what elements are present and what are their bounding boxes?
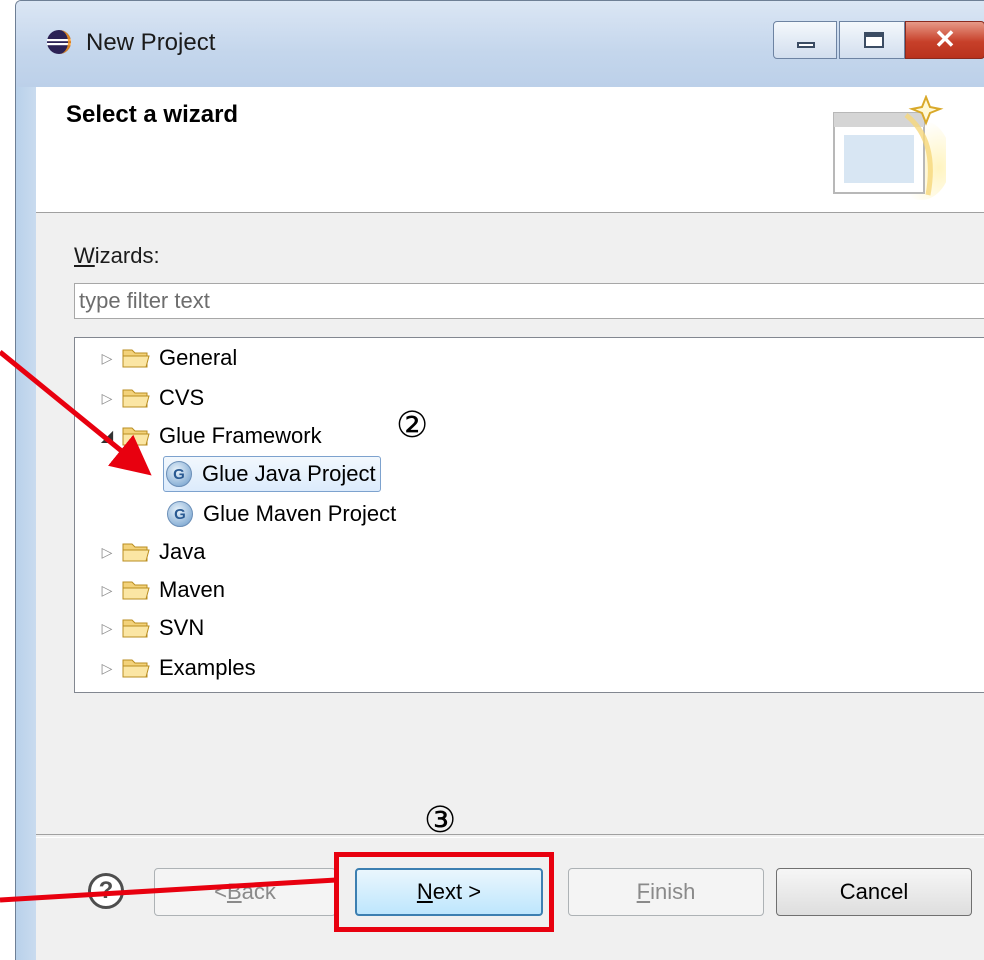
folder-icon bbox=[122, 543, 150, 562]
folder-open-icon bbox=[122, 427, 150, 446]
folder-icon bbox=[122, 659, 150, 678]
glue-g-icon: G bbox=[167, 501, 193, 527]
tree-item-examples[interactable]: ▷ Examples bbox=[97, 650, 256, 686]
finish-button[interactable]: Finish bbox=[568, 868, 764, 916]
cancel-button[interactable]: Cancel bbox=[776, 868, 972, 916]
window-frame bbox=[16, 87, 36, 960]
tree-item-glue-framework[interactable]: ◢ Glue Framework bbox=[97, 418, 322, 454]
minimize-button[interactable] bbox=[773, 21, 837, 59]
expand-arrow-icon[interactable]: ▷ bbox=[97, 390, 117, 407]
tree-item-cvs[interactable]: ▷ CVS bbox=[97, 380, 205, 416]
tree-item-label: Glue Framework bbox=[159, 423, 322, 448]
folder-icon bbox=[122, 389, 150, 408]
step-2-annotation: ② bbox=[396, 405, 429, 446]
window-title: New Project bbox=[86, 29, 216, 56]
step-3-annotation: ③ bbox=[424, 800, 457, 841]
folder-icon bbox=[122, 581, 150, 600]
tree-item-java[interactable]: ▷ Java bbox=[97, 534, 206, 570]
new-project-dialog: New Project ✕ Select a wizard Wizards: t… bbox=[15, 0, 984, 960]
button-bar-separator bbox=[36, 834, 984, 838]
filter-input[interactable] bbox=[74, 283, 984, 319]
tree-item-label: SVN bbox=[159, 615, 205, 640]
tree-item-glue-java-project[interactable]: G Glue Java Project bbox=[163, 456, 381, 492]
close-button[interactable]: ✕ bbox=[905, 21, 984, 59]
maximize-icon bbox=[864, 32, 884, 48]
tree-item-label: Examples bbox=[159, 655, 256, 680]
page-title: Select a wizard bbox=[66, 101, 239, 128]
new-wizard-image-icon bbox=[833, 95, 946, 200]
tree-item-label: Glue Java Project bbox=[202, 461, 376, 486]
help-icon[interactable]: ? bbox=[88, 873, 124, 909]
wizards-label: Wizards: bbox=[74, 243, 160, 268]
tree-item-label: General bbox=[159, 345, 238, 370]
expand-arrow-icon[interactable]: ▷ bbox=[97, 350, 117, 367]
tree-item-label: Glue Maven Project bbox=[203, 501, 397, 526]
tree-item-general[interactable]: ▷ General bbox=[97, 340, 238, 376]
back-button[interactable]: < Back bbox=[154, 868, 336, 916]
collapse-arrow-icon[interactable]: ◢ bbox=[97, 426, 117, 446]
expand-arrow-icon[interactable]: ▷ bbox=[97, 620, 117, 637]
wizard-tree[interactable]: ▷ General ▷ CVS ◢ Glue Framework G Glue … bbox=[74, 337, 984, 693]
tree-item-label: CVS bbox=[159, 385, 205, 410]
wizard-banner: Select a wizard bbox=[36, 87, 984, 213]
expand-arrow-icon[interactable]: ▷ bbox=[97, 660, 117, 677]
tree-item-maven[interactable]: ▷ Maven bbox=[97, 572, 225, 608]
tree-item-label: Java bbox=[159, 539, 206, 564]
tree-item-label: Maven bbox=[159, 577, 226, 602]
eclipse-icon bbox=[47, 30, 71, 54]
tree-item-svn[interactable]: ▷ SVN bbox=[97, 610, 205, 646]
tree-item-glue-maven-project[interactable]: G Glue Maven Project bbox=[167, 496, 396, 532]
next-button-highlight bbox=[334, 852, 554, 932]
expand-arrow-icon[interactable]: ▷ bbox=[97, 544, 117, 561]
minimize-icon bbox=[797, 42, 815, 48]
close-icon: ✕ bbox=[934, 24, 956, 54]
title-bar[interactable]: New Project ✕ bbox=[16, 1, 984, 87]
folder-icon bbox=[122, 349, 150, 368]
expand-arrow-icon[interactable]: ▷ bbox=[97, 582, 117, 599]
folder-icon bbox=[122, 619, 150, 638]
maximize-button[interactable] bbox=[839, 21, 905, 59]
glue-g-icon: G bbox=[166, 461, 192, 487]
